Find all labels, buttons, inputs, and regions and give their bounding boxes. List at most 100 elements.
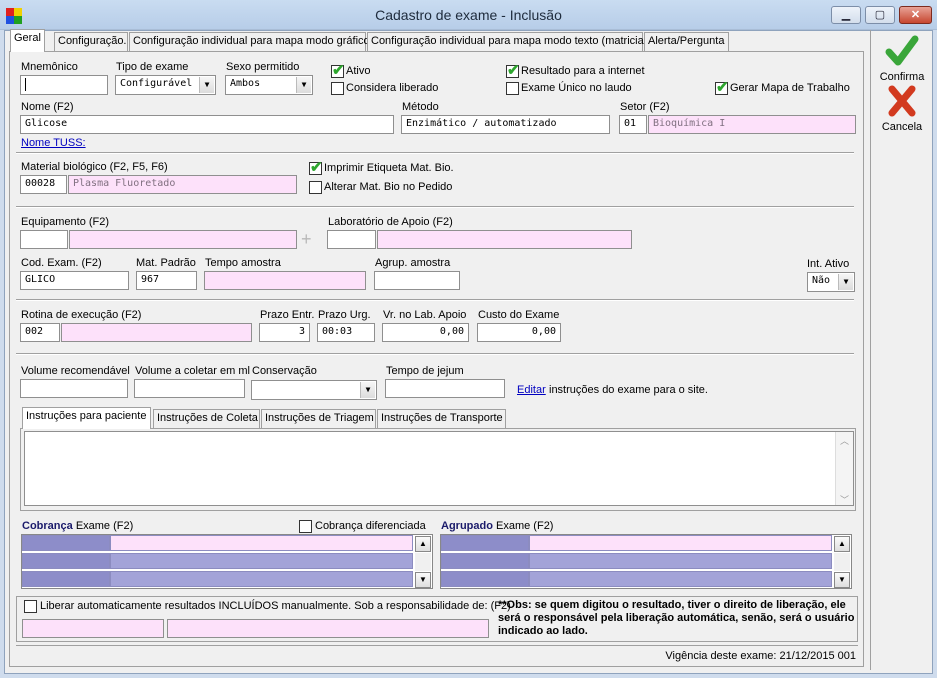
cobranca-grid[interactable]: ▲ ▼ — [21, 534, 433, 589]
mnemonico-input[interactable] — [20, 75, 108, 95]
scroll-up-icon[interactable]: ▲ — [415, 536, 431, 552]
tab-instrucoes-transporte[interactable]: Instruções de Transporte — [377, 409, 506, 428]
cobranca-bold: Cobrança — [22, 520, 73, 532]
resultado-internet-label: Resultado para a internet — [521, 65, 645, 77]
custo-input[interactable]: 0,00 — [477, 323, 561, 342]
chevron-down-icon[interactable]: ▼ — [199, 77, 214, 93]
tab-alerta-pergunta[interactable]: Alerta/Pergunta — [644, 32, 729, 51]
agrupado-grid[interactable]: ▲ ▼ — [440, 534, 852, 589]
setor-label: Setor (F2) — [620, 101, 670, 113]
material-code-input[interactable]: 00028 — [20, 175, 67, 194]
instrucoes-paciente-textarea[interactable] — [24, 431, 854, 506]
grid-cell[interactable] — [110, 571, 413, 587]
tab-geral[interactable]: Geral — [10, 29, 45, 52]
conservacao-select[interactable]: ▼ — [251, 380, 377, 400]
lab-apoio-code-input[interactable] — [327, 230, 376, 249]
jejum-input[interactable] — [385, 379, 505, 398]
chevron-up-icon[interactable]: ︿ — [836, 434, 853, 447]
rotina-label: Rotina de execução (F2) — [21, 309, 142, 321]
cobranca-diferenciada-label: Cobrança diferenciada — [315, 520, 426, 532]
minimize-button[interactable]: ▁ — [831, 6, 861, 24]
rotina-code-input[interactable]: 002 — [20, 323, 60, 342]
resultado-internet-checkbox[interactable] — [506, 61, 520, 79]
window-title: Cadastro de exame - Inclusão — [375, 7, 562, 23]
divider — [16, 206, 854, 208]
tab-instrucoes-paciente[interactable]: Instruções para paciente — [22, 407, 151, 429]
chevron-down-icon[interactable]: ▼ — [296, 77, 311, 93]
scroll-down-icon[interactable]: ▼ — [834, 572, 850, 588]
liberar-checkbox[interactable] — [24, 600, 37, 613]
exame-unico-label: Exame Único no laudo — [521, 82, 632, 94]
nome-label: Nome (F2) — [21, 101, 74, 113]
equipamento-label: Equipamento (F2) — [21, 216, 110, 228]
cod-exam-input[interactable]: GLICO — [20, 271, 129, 290]
grid-cell[interactable] — [529, 553, 832, 569]
grid-cell[interactable] — [22, 535, 110, 551]
int-ativo-value: Não — [812, 275, 831, 286]
volume-col-input[interactable] — [134, 379, 245, 398]
sexo-label: Sexo permitido — [226, 61, 300, 73]
sexo-value: Ambos — [230, 78, 261, 89]
gerar-mapa-checkbox[interactable] — [715, 78, 729, 96]
agrup-amostra-label: Agrup. amostra — [375, 257, 451, 269]
prazo-urg-label: Prazo Urg. — [318, 309, 371, 321]
grid-cell[interactable] — [110, 535, 413, 551]
close-button[interactable]: ✕ — [899, 6, 932, 24]
scrollbar-track[interactable] — [415, 553, 431, 571]
volume-rec-input[interactable] — [20, 379, 128, 398]
scroll-down-icon[interactable]: ▼ — [415, 572, 431, 588]
agrupado-bold: Agrupado — [441, 520, 493, 532]
alterar-mat-checkbox[interactable] — [309, 181, 322, 194]
considera-liberado-checkbox[interactable] — [331, 82, 344, 95]
liberar-code-field[interactable] — [22, 619, 164, 638]
nome-tuss-link[interactable]: Nome TUSS: — [21, 137, 86, 149]
x-icon — [888, 85, 916, 117]
material-label: Material biológico (F2, F5, F6) — [21, 161, 168, 173]
nome-input[interactable]: Glicose — [20, 115, 394, 134]
tab-config-texto[interactable]: Configuração individual para mapa modo t… — [367, 32, 650, 51]
liberar-name-field[interactable] — [167, 619, 489, 638]
grid-cell[interactable] — [441, 571, 529, 587]
chevron-down-icon[interactable]: ﹀ — [836, 493, 853, 506]
vr-lab-input[interactable]: 0,00 — [382, 323, 469, 342]
prazo-urg-input[interactable]: 00:03 — [317, 323, 375, 342]
sexo-select[interactable]: Ambos ▼ — [225, 75, 313, 95]
tempo-amostra-field[interactable] — [204, 271, 366, 290]
editar-link[interactable]: Editar — [517, 384, 546, 396]
confirm-label: Confirma — [879, 71, 925, 83]
grid-cell[interactable] — [22, 553, 110, 569]
equipamento-code-input[interactable] — [20, 230, 68, 249]
prazo-entr-input[interactable]: 3 — [259, 323, 310, 342]
tab-instrucoes-coleta[interactable]: Instruções de Coleta — [153, 409, 260, 428]
scrollbar-track[interactable] — [834, 553, 850, 571]
int-ativo-label: Int. Ativo — [807, 258, 850, 270]
agrup-amostra-input[interactable] — [374, 271, 460, 290]
grid-cell[interactable] — [110, 553, 413, 569]
chevron-down-icon[interactable]: ▼ — [838, 274, 853, 290]
tipo-exame-select[interactable]: Configurável ▼ — [115, 75, 216, 95]
tab-config-grafico[interactable]: Configuração individual para mapa modo g… — [129, 32, 370, 51]
grid-cell[interactable] — [529, 571, 832, 587]
mat-padrao-input[interactable]: 967 — [136, 271, 197, 290]
chevron-down-icon[interactable]: ▼ — [360, 382, 375, 398]
metodo-input[interactable]: Enzimático / automatizado — [401, 115, 610, 134]
grid-cell[interactable] — [441, 535, 529, 551]
tab-instrucoes-triagem[interactable]: Instruções de Triagem — [261, 409, 376, 428]
cobranca-diferenciada-checkbox[interactable] — [299, 520, 312, 533]
cancel-button[interactable]: Cancela — [877, 84, 927, 133]
grid-cell[interactable] — [529, 535, 832, 551]
grid-cell[interactable] — [441, 553, 529, 569]
grid-cell[interactable] — [22, 571, 110, 587]
textarea-scrollbar[interactable]: ︿ ﹀ — [835, 432, 853, 505]
tab-configuracao[interactable]: Configuração. — [54, 32, 128, 51]
exame-unico-checkbox[interactable] — [506, 82, 519, 95]
int-ativo-select[interactable]: Não ▼ — [807, 272, 855, 292]
setor-code-input[interactable]: 01 — [619, 115, 647, 134]
imprimir-etiqueta-checkbox[interactable] — [309, 158, 323, 176]
agrupado-title: Agrupado Exame (F2) — [441, 520, 553, 532]
scroll-up-icon[interactable]: ▲ — [834, 536, 850, 552]
maximize-button[interactable]: ▢ — [865, 6, 895, 24]
confirm-button[interactable]: Confirma — [877, 34, 927, 83]
plus-icon[interactable]: + — [301, 230, 312, 248]
ativo-checkbox[interactable] — [331, 61, 345, 79]
